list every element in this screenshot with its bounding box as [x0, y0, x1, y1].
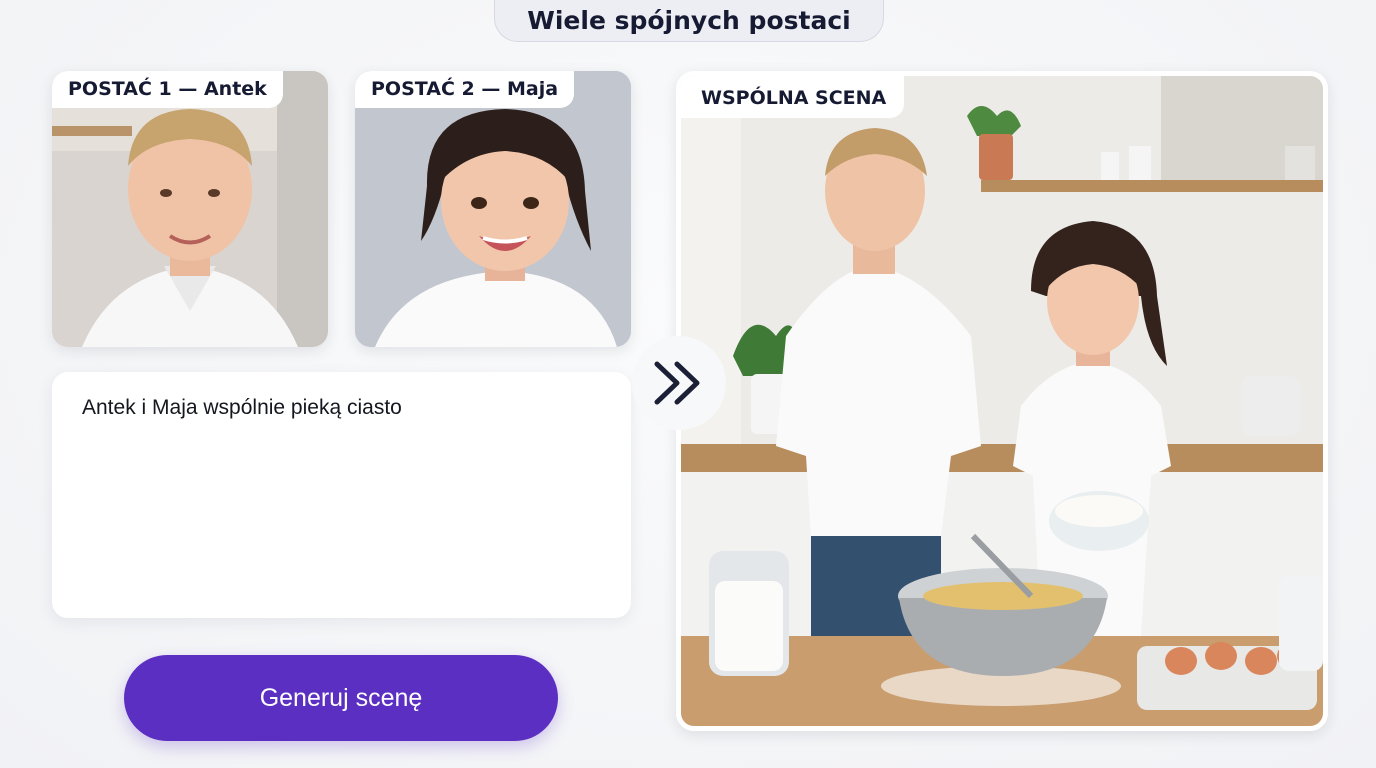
shared-scene-image [681, 76, 1323, 726]
character-1-portrait [52, 71, 328, 347]
shared-scene-card[interactable]: WSPÓLNA SCENA [676, 71, 1328, 731]
double-chevron-right-icon [632, 336, 726, 430]
scene-label: WSPÓLNA SCENA [681, 76, 905, 118]
character-2-label: POSTAĆ 2 — Maja [355, 71, 575, 108]
character-2-card[interactable]: POSTAĆ 2 — Maja [355, 71, 631, 347]
generate-scene-button[interactable]: Generuj scenę [124, 655, 558, 741]
page-title: Wiele spójnych postaci [494, 0, 884, 42]
scene-prompt-textarea[interactable]: Antek i Maja wspólnie pieką ciasto [52, 372, 631, 618]
app-window: Wiele spójnych postaci POSTAĆ 1 — Antek … [0, 0, 1376, 768]
character-2-portrait [355, 71, 631, 347]
character-1-card[interactable]: POSTAĆ 1 — Antek [52, 71, 328, 347]
character-1-label: POSTAĆ 1 — Antek [52, 71, 283, 108]
